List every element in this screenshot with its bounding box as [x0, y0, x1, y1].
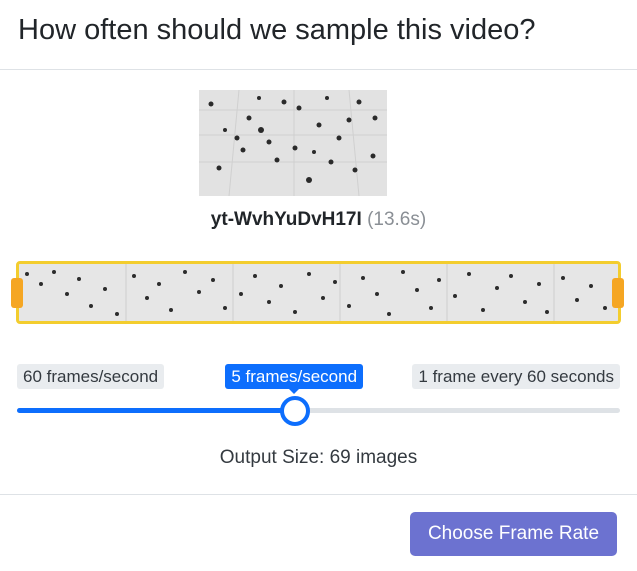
- video-thumbnail-image: [199, 90, 387, 196]
- min-rate-label: 60 frames/second: [17, 364, 165, 389]
- max-rate-label: 1 frame every 60 seconds: [412, 364, 620, 389]
- timeline-frames: [19, 264, 618, 321]
- trim-handle-left-icon[interactable]: [11, 278, 23, 308]
- dialog-title: How often should we sample this video?: [18, 14, 536, 46]
- frame-rate-slider-track[interactable]: [17, 408, 620, 413]
- selected-rate-label: 5 frames/second: [225, 364, 364, 394]
- video-duration: (13.6s): [367, 209, 427, 230]
- video-name: yt-WvhYuDvH17I (13.6s): [0, 209, 637, 231]
- choose-frame-rate-button[interactable]: Choose Frame Rate: [410, 512, 617, 556]
- video-timeline-strip[interactable]: [16, 261, 621, 324]
- dialog-header: How often should we sample this video?: [0, 0, 637, 70]
- output-size-text: Output Size: 69 images: [219, 447, 418, 468]
- video-thumbnail: [199, 90, 387, 196]
- trim-handle-right-icon[interactable]: [612, 278, 624, 308]
- frame-rate-slider-fill: [17, 408, 295, 413]
- video-id: yt-WvhYuDvH17I: [210, 209, 362, 230]
- frame-rate-slider-thumb[interactable]: [280, 396, 311, 426]
- frame-rate-dialog: How often should we sample this video? y…: [0, 0, 637, 571]
